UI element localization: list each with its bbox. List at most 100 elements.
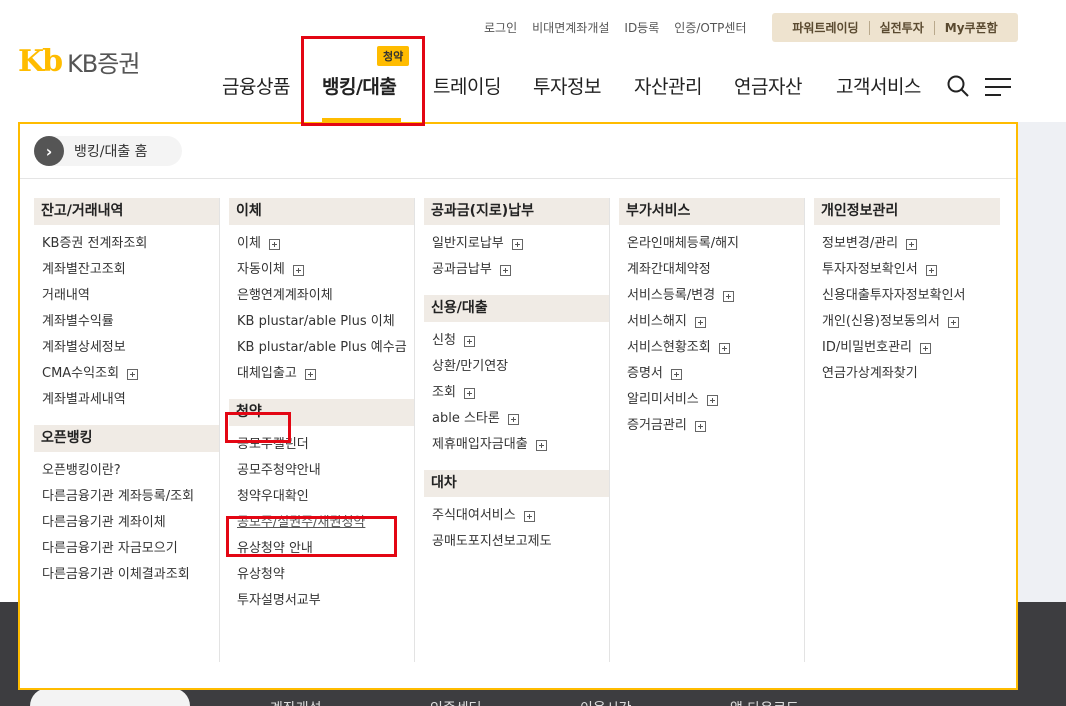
menu-link-label: 유상청약: [237, 567, 285, 582]
menu-link[interactable]: 계좌별수익률: [34, 309, 220, 335]
footer-link-app[interactable]: 앱 다운로드: [730, 698, 799, 706]
banking-home-button[interactable]: › 뱅킹/대출 홈: [34, 136, 182, 166]
expand-plus-icon[interactable]: [268, 238, 280, 250]
expand-plus-icon[interactable]: [906, 238, 918, 250]
menu-link[interactable]: 신용대출투자자정보확인서: [814, 283, 1000, 309]
menu-link[interactable]: KB plustar/able Plus 이체: [229, 309, 415, 335]
menu-link[interactable]: 공모주청약안내: [229, 458, 415, 484]
section-title[interactable]: 공과금(지로)납부: [424, 198, 610, 225]
footer-link-hours[interactable]: 이용시간: [580, 698, 632, 706]
menu-link[interactable]: 거래내역: [34, 283, 220, 309]
menu-link[interactable]: 계좌별과세내역: [34, 387, 220, 413]
gnb-trading[interactable]: 트레이딩: [433, 72, 501, 99]
menu-link[interactable]: 계좌별상세정보: [34, 335, 220, 361]
footer-character-illustration: [30, 688, 190, 706]
expand-plus-icon[interactable]: [499, 264, 511, 276]
section-title[interactable]: 이체: [229, 198, 415, 225]
section-title[interactable]: 신용/대출: [424, 295, 610, 322]
menu-link[interactable]: 오픈뱅킹이란?: [34, 458, 220, 484]
gnb-asset-management[interactable]: 자산관리: [634, 72, 702, 99]
menu-link[interactable]: 신청: [424, 328, 610, 354]
menu-link[interactable]: 대체입출고: [229, 361, 415, 387]
section-title[interactable]: 잔고/거래내역: [34, 198, 220, 225]
menu-link[interactable]: 일반지로납부: [424, 231, 610, 257]
menu-link[interactable]: 개인(신용)정보동의서: [814, 309, 1000, 335]
gnb-pension[interactable]: 연금자산: [734, 72, 802, 99]
expand-plus-icon[interactable]: [947, 316, 959, 328]
menu-link[interactable]: 증거금관리: [619, 413, 805, 439]
menu-link[interactable]: 상환/만기연장: [424, 354, 610, 380]
expand-plus-icon[interactable]: [523, 510, 535, 522]
expand-plus-icon[interactable]: [304, 368, 316, 380]
menu-link[interactable]: 증명서: [619, 361, 805, 387]
menu-link[interactable]: 정보변경/관리: [814, 231, 1000, 257]
menu-link[interactable]: 다른금융기관 자금모으기: [34, 536, 220, 562]
menu-link[interactable]: 공매도포지션보고제도: [424, 529, 610, 555]
menu-link[interactable]: ID/비밀번호관리: [814, 335, 1000, 361]
menu-link-label: ID/비밀번호관리: [822, 340, 912, 355]
hamburger-menu-icon[interactable]: [985, 77, 1011, 97]
menu-link[interactable]: able 스타론: [424, 406, 610, 432]
menu-link[interactable]: 제휴매입자금대출: [424, 432, 610, 458]
menu-link[interactable]: CMA수익조회: [34, 361, 220, 387]
menu-link[interactable]: KB plustar/able Plus 예수금: [229, 335, 415, 361]
section-title[interactable]: 개인정보관리: [814, 198, 1000, 225]
expand-plus-icon[interactable]: [511, 238, 523, 250]
expand-plus-icon[interactable]: [463, 387, 475, 399]
login-link[interactable]: 로그인: [484, 19, 517, 36]
menu-link[interactable]: 온라인매체등록/해지: [619, 231, 805, 257]
expand-plus-icon[interactable]: [718, 342, 730, 354]
menu-link-label: 다른금융기관 자금모으기: [42, 541, 178, 556]
my-coupon-link[interactable]: My쿠폰함: [935, 19, 1008, 36]
expand-plus-icon[interactable]: [535, 439, 547, 451]
expand-plus-icon[interactable]: [507, 413, 519, 425]
menu-link[interactable]: 이체: [229, 231, 415, 257]
section-title[interactable]: 부가서비스: [619, 198, 805, 225]
section-title[interactable]: 대차: [424, 470, 610, 497]
expand-plus-icon[interactable]: [292, 264, 304, 276]
menu-link[interactable]: 투자자정보확인서: [814, 257, 1000, 283]
footer-link-account[interactable]: 계좌개설: [270, 698, 322, 706]
menu-link[interactable]: 자동이체: [229, 257, 415, 283]
otp-center-link[interactable]: 인증/OTP센터: [674, 19, 746, 36]
gnb-customer-service[interactable]: 고객서비스: [836, 72, 921, 99]
chevron-right-icon: ›: [34, 136, 64, 166]
expand-plus-icon[interactable]: [723, 290, 735, 302]
menu-link[interactable]: 청약우대확인: [229, 484, 415, 510]
menu-link[interactable]: 유상청약: [229, 562, 415, 588]
expand-plus-icon[interactable]: [463, 335, 475, 347]
mock-trading-link[interactable]: 실전투자: [870, 19, 934, 36]
menu-link[interactable]: 연금가상계좌찾기: [814, 361, 1000, 387]
menu-link[interactable]: 서비스해지: [619, 309, 805, 335]
expand-plus-icon[interactable]: [919, 342, 931, 354]
menu-link[interactable]: 다른금융기관 계좌등록/조회: [34, 484, 220, 510]
menu-link[interactable]: 다른금융기관 이체결과조회: [34, 562, 220, 588]
menu-link[interactable]: 다른금융기관 계좌이체: [34, 510, 220, 536]
expand-plus-icon[interactable]: [694, 420, 706, 432]
menu-link[interactable]: 공과금납부: [424, 257, 610, 283]
expand-plus-icon[interactable]: [127, 368, 139, 380]
menu-link[interactable]: 계좌간대체약정: [619, 257, 805, 283]
menu-link[interactable]: 서비스등록/변경: [619, 283, 805, 309]
gnb-financial-products[interactable]: 금융상품: [222, 72, 290, 99]
menu-link[interactable]: 은행연계계좌이체: [229, 283, 415, 309]
menu-link[interactable]: KB증권 전계좌조회: [34, 231, 220, 257]
menu-link[interactable]: 서비스현황조회: [619, 335, 805, 361]
expand-plus-icon[interactable]: [694, 316, 706, 328]
menu-link[interactable]: 조회: [424, 380, 610, 406]
expand-plus-icon[interactable]: [670, 368, 682, 380]
menu-link[interactable]: 투자설명서교부: [229, 588, 415, 614]
search-icon[interactable]: [946, 74, 970, 98]
gnb-investment-info[interactable]: 투자정보: [533, 72, 601, 99]
menu-link[interactable]: 알리미서비스: [619, 387, 805, 413]
expand-plus-icon[interactable]: [925, 264, 937, 276]
kb-logo[interactable]: Kb KB증권: [18, 44, 140, 79]
id-register-link[interactable]: ID등록: [624, 19, 659, 36]
power-trading-link[interactable]: 파워트레이딩: [782, 19, 868, 36]
section-title[interactable]: 오픈뱅킹: [34, 425, 220, 452]
menu-link[interactable]: 계좌별잔고조회: [34, 257, 220, 283]
open-account-link[interactable]: 비대면계좌개설: [532, 19, 609, 36]
menu-link[interactable]: 주식대여서비스: [424, 503, 610, 529]
footer-link-cert[interactable]: 인증센터: [430, 698, 482, 706]
expand-plus-icon[interactable]: [706, 394, 718, 406]
